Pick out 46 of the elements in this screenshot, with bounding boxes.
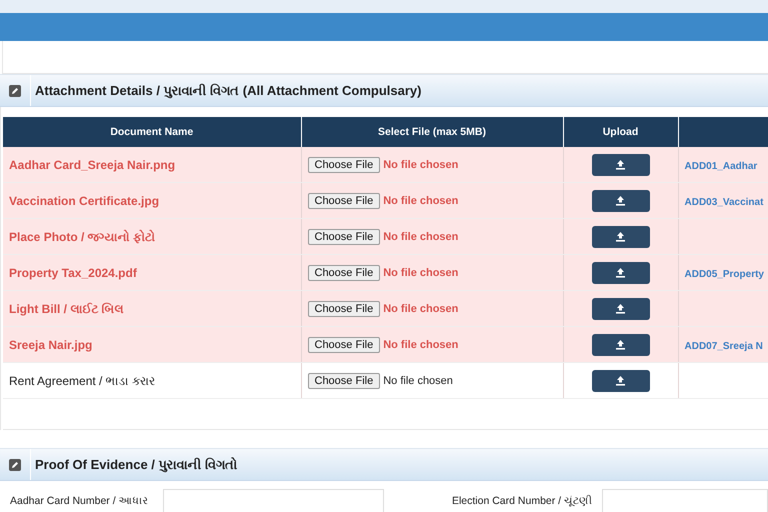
edit-icon bbox=[9, 458, 21, 470]
upload-icon bbox=[615, 375, 626, 386]
document-name: Aadhar Card_Sreeja Nair.png bbox=[9, 158, 176, 172]
file-status: No file chosen bbox=[383, 194, 458, 206]
upload-button[interactable] bbox=[592, 154, 650, 176]
upload-icon bbox=[615, 267, 626, 278]
upload-button[interactable] bbox=[592, 298, 650, 320]
section-title: Attachment Details / પુરાવાની વિગત (All Attachment Compulsary) bbox=[34, 82, 422, 98]
upload-icon bbox=[615, 303, 626, 314]
input-field[interactable] bbox=[163, 489, 384, 512]
document-name: Rent Agreement / ભાડા કરાર bbox=[9, 374, 156, 388]
upload-icon bbox=[615, 339, 626, 350]
file-status: No file chosen bbox=[383, 266, 458, 278]
upload-icon bbox=[615, 159, 626, 170]
choose-file-button[interactable]: Choose File bbox=[308, 156, 380, 172]
input-field[interactable] bbox=[602, 489, 768, 512]
document-name: Place Photo / જગ્યાનો ફોટો bbox=[9, 230, 156, 244]
column-header: Document Name bbox=[3, 117, 301, 147]
file-status: No file chosen bbox=[383, 374, 453, 386]
choose-file-button[interactable]: Choose File bbox=[308, 264, 380, 280]
upload-button[interactable] bbox=[592, 226, 650, 248]
file-status: No file chosen bbox=[383, 230, 458, 242]
choose-file-button[interactable]: Choose File bbox=[308, 192, 380, 208]
column-header: Upload bbox=[563, 117, 678, 147]
choose-file-button[interactable]: Choose File bbox=[308, 228, 380, 244]
upload-button[interactable] bbox=[592, 190, 650, 212]
upload-button[interactable] bbox=[592, 334, 650, 356]
field-label: Election Card Number / ચૂંટણી bbox=[450, 494, 593, 509]
upload-button[interactable] bbox=[592, 370, 650, 392]
field-label: Aadhar Card Number / આધાર bbox=[9, 494, 150, 509]
document-name: Vaccination Certificate.jpg bbox=[9, 194, 160, 208]
document-name: Sreeja Nair.jpg bbox=[9, 338, 92, 352]
upload-icon bbox=[615, 231, 626, 242]
file-status: No file chosen bbox=[383, 158, 458, 170]
upload-icon bbox=[615, 195, 626, 206]
file-status: No file chosen bbox=[383, 338, 458, 350]
choose-file-button[interactable]: Choose File bbox=[308, 300, 380, 316]
document-name: Light Bill / લાઈટ બિલ bbox=[9, 302, 124, 316]
choose-file-button[interactable]: Choose File bbox=[308, 372, 380, 388]
choose-file-button[interactable]: Choose File bbox=[308, 336, 380, 352]
upload-button[interactable] bbox=[592, 262, 650, 284]
section-title: Proof Of Evidence / પુરાવાની વિગતો bbox=[34, 456, 238, 472]
document-name: Property Tax_2024.pdf bbox=[9, 266, 137, 280]
file-status: No file chosen bbox=[383, 302, 458, 314]
edit-icon bbox=[9, 84, 21, 96]
column-header: Select File (max 5MB) bbox=[301, 117, 563, 147]
